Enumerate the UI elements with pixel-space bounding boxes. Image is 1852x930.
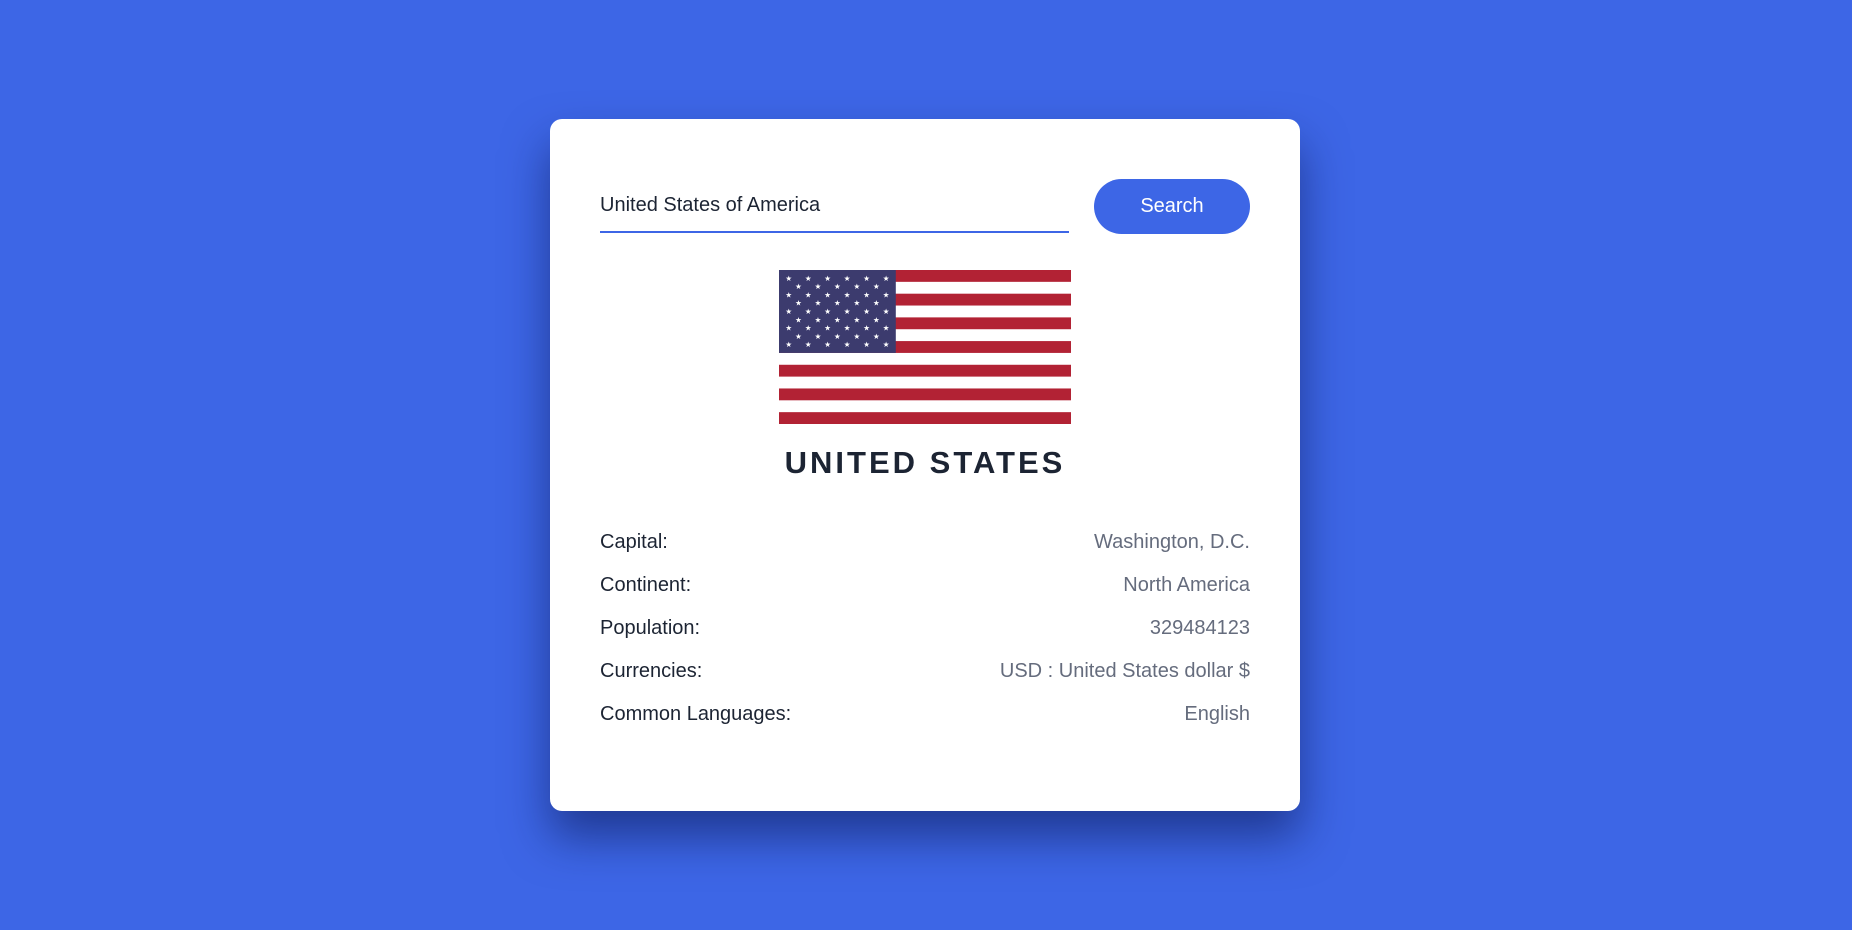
flag-star: ★ — [883, 307, 890, 316]
capital-value: Washington, D.C. — [1094, 531, 1250, 553]
search-button[interactable]: Search — [1094, 179, 1250, 234]
flag-star: ★ — [883, 340, 890, 349]
flag-star: ★ — [824, 340, 831, 349]
flag-star: ★ — [815, 332, 822, 341]
flag-star: ★ — [863, 324, 870, 333]
population-label: Population: — [600, 617, 701, 639]
info-row-population: Population: 329484123 — [600, 617, 1250, 660]
flag-star: ★ — [805, 307, 812, 316]
flag-star: ★ — [834, 315, 841, 324]
flag-star: ★ — [785, 290, 792, 299]
flag-star: ★ — [795, 282, 802, 291]
flag-star: ★ — [824, 324, 831, 333]
flag-star: ★ — [785, 274, 792, 283]
flag-star: ★ — [795, 332, 802, 341]
flag-star: ★ — [785, 307, 792, 316]
flag-star: ★ — [854, 299, 861, 308]
country-card: Search ★★★★★★★★★★★★★★★★★★★★★★★★★★★★★★★★★… — [550, 119, 1300, 811]
languages-label: Common Languages: — [600, 703, 792, 725]
flag-star: ★ — [824, 290, 831, 299]
flag-star: ★ — [863, 274, 870, 283]
flag-star: ★ — [834, 332, 841, 341]
population-value: 329484123 — [1149, 617, 1250, 639]
flag-star: ★ — [873, 332, 880, 341]
flag-star: ★ — [863, 340, 870, 349]
flag-star: ★ — [815, 282, 822, 291]
flag-star: ★ — [844, 340, 851, 349]
currencies-label: Currencies: — [600, 660, 703, 682]
flag-star: ★ — [844, 290, 851, 299]
flag-star: ★ — [844, 324, 851, 333]
info-row-capital: Capital: Washington, D.C. — [600, 531, 1250, 574]
flag-star: ★ — [785, 340, 792, 349]
flag-star: ★ — [854, 315, 861, 324]
flag-star: ★ — [785, 324, 792, 333]
flag-star: ★ — [844, 274, 851, 283]
capital-label: Capital: — [600, 531, 668, 553]
flag-star: ★ — [854, 332, 861, 341]
flag-star: ★ — [795, 315, 802, 324]
flag-star: ★ — [883, 324, 890, 333]
flag-star: ★ — [883, 290, 890, 299]
continent-value: North America — [1123, 574, 1250, 596]
flag-star: ★ — [863, 307, 870, 316]
flag-star: ★ — [824, 274, 831, 283]
us-flag-image: ★ ★ ★ ★ ★ ★★ ★ ★ ★ ★★ ★ ★ ★ ★ ★★ ★ ★ ★ ★★ ★ ★ ★ ★ ★★ ★ ★ ★ ★★ ★ ★ ★ ★ ★★… — [779, 270, 1071, 424]
info-row-languages: Common Languages: English — [600, 703, 1250, 746]
info-row-currencies: Currencies: USD : United States dollar $ — [600, 660, 1250, 703]
search-bar: Search — [600, 179, 1250, 235]
flag-star: ★ — [815, 299, 822, 308]
flag-star: ★ — [805, 274, 812, 283]
flag-star: ★ — [854, 282, 861, 291]
flag-star: ★ — [863, 290, 870, 299]
flag-star: ★ — [873, 299, 880, 308]
continent-label: Continent: — [600, 574, 692, 596]
currencies-value: USD : United States dollar $ — [999, 660, 1250, 682]
flag-star: ★ — [824, 307, 831, 316]
country-info-list: Capital: Washington, D.C. Continent: Nor… — [600, 531, 1250, 746]
flag-star: ★ — [844, 307, 851, 316]
languages-value: English — [1184, 703, 1250, 725]
flag-star: ★ — [834, 282, 841, 291]
flag-star: ★ — [883, 274, 890, 283]
flag-star: ★ — [795, 299, 802, 308]
flag-star: ★ — [805, 290, 812, 299]
flag-star: ★ — [815, 315, 822, 324]
flag-star: ★ — [805, 340, 812, 349]
info-row-continent: Continent: North America — [600, 574, 1250, 617]
flag-star: ★ — [805, 324, 812, 333]
country-name-heading: UNITED STATES — [784, 445, 1066, 480]
flag-star: ★ — [834, 299, 841, 308]
flag-star: ★ — [873, 282, 880, 291]
search-input[interactable] — [600, 179, 1069, 233]
flag-star: ★ — [873, 315, 880, 324]
